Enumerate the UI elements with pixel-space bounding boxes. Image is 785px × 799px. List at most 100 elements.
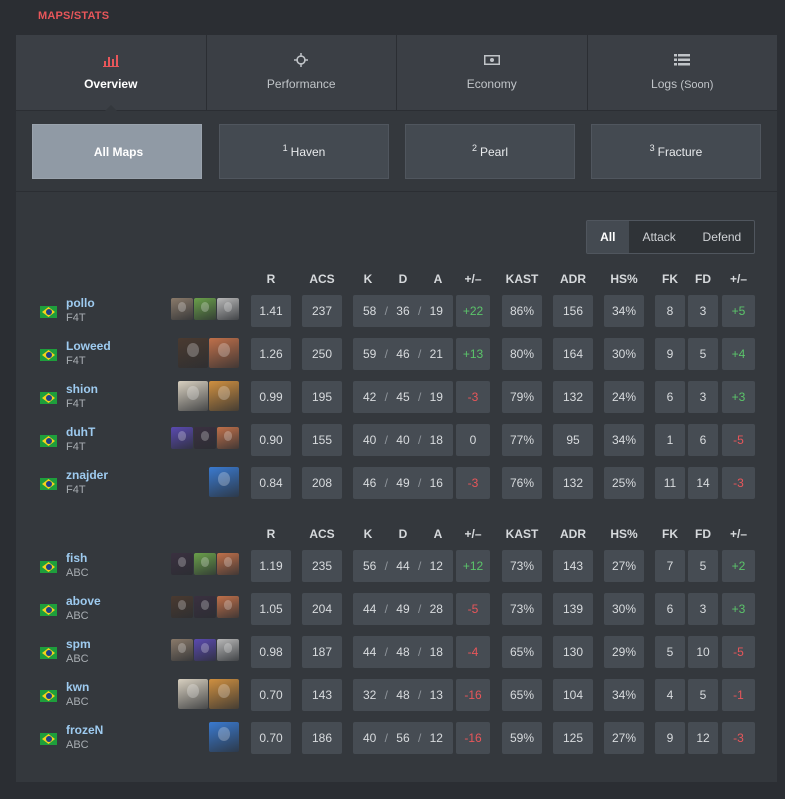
column-header-a[interactable]: A [428, 272, 448, 286]
stat-fpm: +5 [722, 295, 755, 327]
tab-label: Performance [266, 77, 336, 91]
column-header-adr[interactable]: ADR [553, 527, 593, 541]
list-icon [674, 54, 691, 66]
stat-adr: 104 [553, 679, 593, 711]
kda-separator: / [384, 688, 388, 702]
player-name-link[interactable]: fish [66, 551, 87, 565]
column-header-acs[interactable]: ACS [302, 527, 342, 541]
stat-fpm: +4 [722, 338, 755, 370]
kda-cell: 46 / 49 / 16 [353, 467, 453, 499]
stat-fd: 5 [688, 338, 718, 370]
map-button-all[interactable]: All Maps [32, 124, 202, 179]
column-header-fpm[interactable]: +/– [722, 527, 755, 541]
column-header-fd[interactable]: FD [688, 272, 718, 286]
stat-hs: 34% [604, 295, 644, 327]
stat-a: 21 [429, 347, 443, 361]
kda-separator: / [417, 390, 422, 404]
stat-hs: 34% [604, 679, 644, 711]
stat-fpm: +2 [722, 550, 755, 582]
player-name-link[interactable]: pollo [66, 296, 95, 310]
kda-separator: / [384, 645, 388, 659]
map-button-fracture[interactable]: 3 Fracture [591, 124, 761, 179]
column-header-acs[interactable]: ACS [302, 272, 342, 286]
stat-acs: 237 [302, 295, 342, 327]
kda-cell: 40 / 56 / 12 [353, 722, 453, 754]
stat-hs: 27% [604, 550, 644, 582]
column-header-fpm[interactable]: +/– [722, 272, 755, 286]
stat-fd: 3 [688, 593, 718, 625]
stat-pm: +12 [456, 550, 490, 582]
agent-icons [209, 467, 239, 497]
tab-bar: Overview Performance Economy Logs (Soon) [16, 35, 777, 111]
stat-fpm: -1 [722, 679, 755, 711]
player-name-link[interactable]: spm [66, 637, 91, 651]
column-header-r[interactable]: R [251, 272, 291, 286]
kda-cell: 59 / 46 / 21 [353, 338, 453, 370]
column-header-pm[interactable]: +/– [456, 272, 490, 286]
column-header-hs[interactable]: HS% [604, 272, 644, 286]
column-header-hs[interactable]: HS% [604, 527, 644, 541]
player-row: duhT F4T 0.90 155 40 / 40 / 18 0 77% 95 34% 1 6 -5 [16, 420, 777, 463]
agent-icons [178, 679, 239, 709]
stat-adr: 132 [553, 467, 593, 499]
filter-defend-button[interactable]: Defend [690, 221, 754, 253]
player-name-link[interactable]: znajder [66, 468, 108, 482]
map-button-pearl[interactable]: 2 Pearl [405, 124, 575, 179]
kda-separator: / [417, 688, 422, 702]
tab-economy[interactable]: Economy [397, 35, 588, 110]
player-name-link[interactable]: shion [66, 382, 98, 396]
player-name-link[interactable]: frozeN [66, 723, 103, 737]
kda-separator: / [417, 559, 422, 573]
kda-separator: / [417, 645, 422, 659]
column-header-fd[interactable]: FD [688, 527, 718, 541]
column-header-r[interactable]: R [251, 527, 291, 541]
stat-adr: 139 [553, 593, 593, 625]
stat-k: 56 [363, 559, 377, 573]
stat-d: 46 [396, 347, 410, 361]
agent-icons [171, 553, 239, 577]
stat-d: 45 [396, 390, 410, 404]
agent-icons [171, 298, 239, 322]
column-header-fk[interactable]: FK [655, 527, 685, 541]
column-header-pm[interactable]: +/– [456, 527, 490, 541]
player-name-link[interactable]: duhT [66, 425, 95, 439]
column-header-kast[interactable]: KAST [502, 527, 542, 541]
tab-logs[interactable]: Logs (Soon) [588, 35, 778, 110]
column-header-d[interactable]: D [393, 272, 413, 286]
column-header-fk[interactable]: FK [655, 272, 685, 286]
player-name-link[interactable]: above [66, 594, 101, 608]
stat-acs: 250 [302, 338, 342, 370]
player-team: F4T [66, 355, 86, 367]
player-name-link[interactable]: kwn [66, 680, 89, 694]
player-name-link[interactable]: Loweed [66, 339, 111, 353]
stat-fk: 9 [655, 338, 685, 370]
kda-separator: / [384, 731, 388, 745]
filter-all-button[interactable]: All [587, 221, 629, 253]
column-header-d[interactable]: D [393, 527, 413, 541]
stat-kast: 86% [502, 295, 542, 327]
stat-fd: 5 [688, 550, 718, 582]
column-header-kast[interactable]: KAST [502, 272, 542, 286]
agent-portrait-icon [209, 722, 239, 752]
stat-a: 16 [429, 476, 443, 490]
map-button-haven[interactable]: 1 Haven [219, 124, 389, 179]
column-header-a[interactable]: A [428, 527, 448, 541]
agent-portrait-icon [209, 381, 239, 411]
brazil-flag-icon [40, 733, 57, 745]
tab-label: Logs (Soon) [651, 77, 714, 91]
stat-adr: 156 [553, 295, 593, 327]
stat-pm: -4 [456, 636, 490, 668]
column-header-adr[interactable]: ADR [553, 272, 593, 286]
kda-separator: / [417, 476, 422, 490]
filter-attack-button[interactable]: Attack [629, 221, 690, 253]
stat-r: 0.99 [251, 381, 291, 413]
column-header-k[interactable]: K [358, 272, 378, 286]
agent-portrait-icon [217, 427, 239, 449]
column-header-k[interactable]: K [358, 527, 378, 541]
tab-performance[interactable]: Performance [207, 35, 397, 110]
agent-portrait-icon [217, 639, 239, 661]
tab-overview[interactable]: Overview [16, 35, 207, 111]
stat-k: 46 [363, 476, 377, 490]
brazil-flag-icon [40, 690, 57, 702]
stat-k: 58 [363, 304, 377, 318]
